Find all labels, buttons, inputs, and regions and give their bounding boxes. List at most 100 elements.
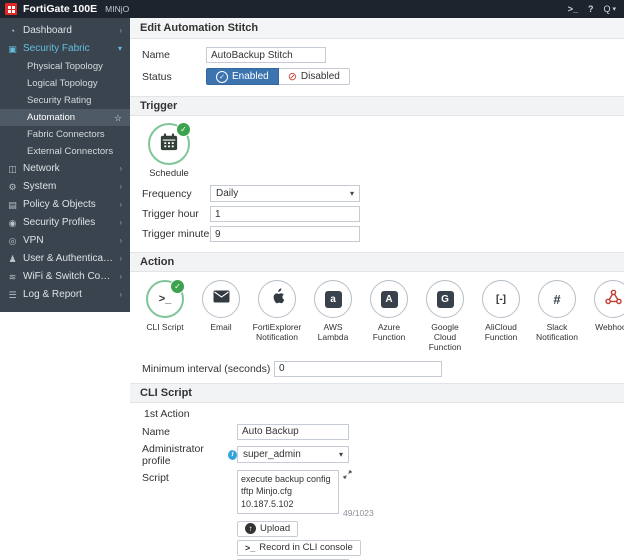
- action-option-google-cloud-function[interactable]: G Google Cloud Function: [422, 280, 468, 353]
- sidebar-item-fabric-connectors[interactable]: Fabric Connectors: [0, 126, 130, 143]
- char-counter: 49/1023: [343, 508, 374, 518]
- chevron-right-icon: ›: [119, 271, 122, 283]
- action-option-alicloud-function[interactable]: [-] AliCloud Function: [478, 280, 524, 353]
- disabled-label: Disabled: [301, 71, 340, 82]
- sidebar-item-external-connectors[interactable]: External Connectors: [0, 143, 130, 160]
- trigger-hour-input[interactable]: [210, 206, 360, 222]
- sidebar-item-label: VPN: [23, 235, 44, 247]
- action-label: Email: [210, 322, 231, 342]
- webhook-icon: [605, 289, 622, 310]
- sidebar-item-security-fabric[interactable]: ▣ Security Fabric ▾: [0, 40, 130, 58]
- cli-name-input[interactable]: [237, 424, 349, 440]
- admin-profile-label: Administrator profile i: [142, 443, 237, 467]
- trigger-schedule-option[interactable]: ✓ Schedule: [144, 123, 194, 179]
- security-fabric-icon: ▣: [7, 43, 18, 55]
- schedule-label: Schedule: [149, 168, 189, 179]
- sidebar-item-label: Security Fabric: [23, 43, 90, 55]
- sidebar-item-dashboard[interactable]: ◔ Dashboard ›: [0, 22, 130, 40]
- script-label: Script: [142, 470, 237, 484]
- record-label: Record in CLI console: [259, 542, 352, 553]
- action-label: AWS Lambda: [310, 322, 356, 342]
- info-icon: i: [228, 450, 237, 460]
- schedule-circle: ✓: [148, 123, 190, 165]
- sidebar-item-label: Logical Topology: [27, 78, 98, 90]
- action-option-email[interactable]: Email: [198, 280, 244, 353]
- cli-script-section: 1st Action Name Administrator profile i …: [130, 403, 624, 560]
- user-initial: Q: [603, 4, 610, 14]
- first-action-label: 1st Action: [144, 408, 612, 420]
- status-enabled-button[interactable]: ✓ Enabled: [206, 68, 279, 85]
- record-cli-button[interactable]: >_ Record in CLI console: [237, 540, 361, 556]
- chevron-down-icon: ▾: [612, 5, 616, 13]
- frequency-value: Daily: [216, 188, 238, 199]
- trigger-section-header: Trigger: [130, 96, 624, 116]
- cli-console-icon[interactable]: >_: [568, 4, 578, 14]
- trigger-minute-label: Trigger minute: [142, 228, 210, 240]
- sidebar-item-label: Network: [23, 163, 60, 175]
- action-circle: G: [426, 280, 464, 318]
- chevron-right-icon: ›: [119, 199, 122, 211]
- system-icon: ⚙: [7, 181, 18, 193]
- trigger-minute-input[interactable]: [210, 226, 360, 242]
- action-label: AliCloud Function: [478, 322, 524, 342]
- cli-terminal-icon: >_: [159, 293, 172, 305]
- min-interval-input[interactable]: [274, 361, 442, 377]
- sidebar-item-log-report[interactable]: ☰ Log & Report ›: [0, 286, 130, 304]
- chevron-right-icon: ›: [119, 217, 122, 229]
- upload-label: Upload: [260, 523, 290, 534]
- page-title: Edit Automation Stitch: [130, 18, 624, 39]
- action-label: FortiExplorer Notification: [253, 322, 302, 342]
- action-circle: A: [370, 280, 408, 318]
- policy-icon: ▤: [7, 199, 18, 211]
- stitch-name-input[interactable]: [206, 47, 326, 63]
- chevron-right-icon: ›: [119, 289, 122, 301]
- aws-lambda-icon: a: [325, 291, 342, 308]
- device-model: FortiGate 100E: [23, 3, 97, 15]
- sidebar-item-user-authentication[interactable]: ♟ User & Authentication ›: [0, 250, 130, 268]
- sidebar-item-system[interactable]: ⚙ System ›: [0, 178, 130, 196]
- cli-name-label: Name: [142, 426, 237, 438]
- sidebar-item-label: Fabric Connectors: [27, 129, 105, 141]
- sidebar-menu: ◔ Dashboard › ▣ Security Fabric ▾ Physic…: [0, 18, 130, 312]
- frequency-select[interactable]: Daily ▾: [210, 185, 360, 202]
- sidebar-item-policy-objects[interactable]: ▤ Policy & Objects ›: [0, 196, 130, 214]
- status-disabled-button[interactable]: ⊘ Disabled: [279, 68, 350, 85]
- script-textarea[interactable]: execute backup config tftp Minjo.cfg 10.…: [237, 470, 339, 514]
- topbar: FortiGate 100E MINjO >_ ? Q ▾: [0, 0, 624, 18]
- action-option-slack-notification[interactable]: # Slack Notification: [534, 280, 580, 353]
- expand-icon[interactable]: [343, 470, 374, 481]
- alicloud-icon: [-]: [496, 294, 506, 305]
- sidebar-item-logical-topology[interactable]: Logical Topology: [0, 75, 130, 92]
- enabled-label: Enabled: [232, 71, 269, 82]
- sidebar-item-network[interactable]: ◫ Network ›: [0, 160, 130, 178]
- stitch-form: Name Status ✓ Enabled ⊘ Disabled: [130, 39, 624, 96]
- action-label: Azure Function: [366, 322, 412, 342]
- admin-profile-select[interactable]: super_admin ▾: [237, 446, 349, 463]
- status-label: Status: [142, 71, 206, 83]
- azure-icon: A: [381, 291, 398, 308]
- wifi-icon: ≋: [7, 271, 18, 283]
- sidebar-item-vpn[interactable]: ◎ VPN ›: [0, 232, 130, 250]
- sidebar-item-physical-topology[interactable]: Physical Topology: [0, 58, 130, 75]
- action-circle: >_ ✓: [146, 280, 184, 318]
- action-circle: [202, 280, 240, 318]
- selected-check-badge: ✓: [170, 279, 185, 294]
- action-circle: #: [538, 280, 576, 318]
- sidebar-item-security-rating[interactable]: Security Rating: [0, 92, 130, 109]
- upload-button[interactable]: ↑ Upload: [237, 521, 298, 537]
- action-option-azure-function[interactable]: A Azure Function: [366, 280, 412, 353]
- action-option-webhook[interactable]: Webhook: [590, 280, 624, 353]
- action-section-header: Action: [130, 252, 624, 272]
- sidebar-item-security-profiles[interactable]: ◉ Security Profiles ›: [0, 214, 130, 232]
- action-option-fortiexplorer-notification[interactable]: FortiExplorer Notification: [254, 280, 300, 353]
- action-option-cli-script[interactable]: >_ ✓ CLI Script: [142, 280, 188, 353]
- sidebar-item-wifi-switch-controller[interactable]: ≋ WiFi & Switch Controller ›: [0, 268, 130, 286]
- main-content: Edit Automation Stitch Name Status ✓ Ena…: [130, 18, 624, 560]
- action-option-aws-lambda[interactable]: a AWS Lambda: [310, 280, 356, 353]
- help-icon[interactable]: ?: [588, 4, 594, 14]
- device-hostname: MINjO: [105, 4, 129, 14]
- frequency-label: Frequency: [142, 188, 210, 200]
- action-circle: [594, 280, 624, 318]
- sidebar-item-automation[interactable]: Automation ☆: [0, 109, 130, 126]
- user-menu[interactable]: Q ▾: [603, 4, 616, 14]
